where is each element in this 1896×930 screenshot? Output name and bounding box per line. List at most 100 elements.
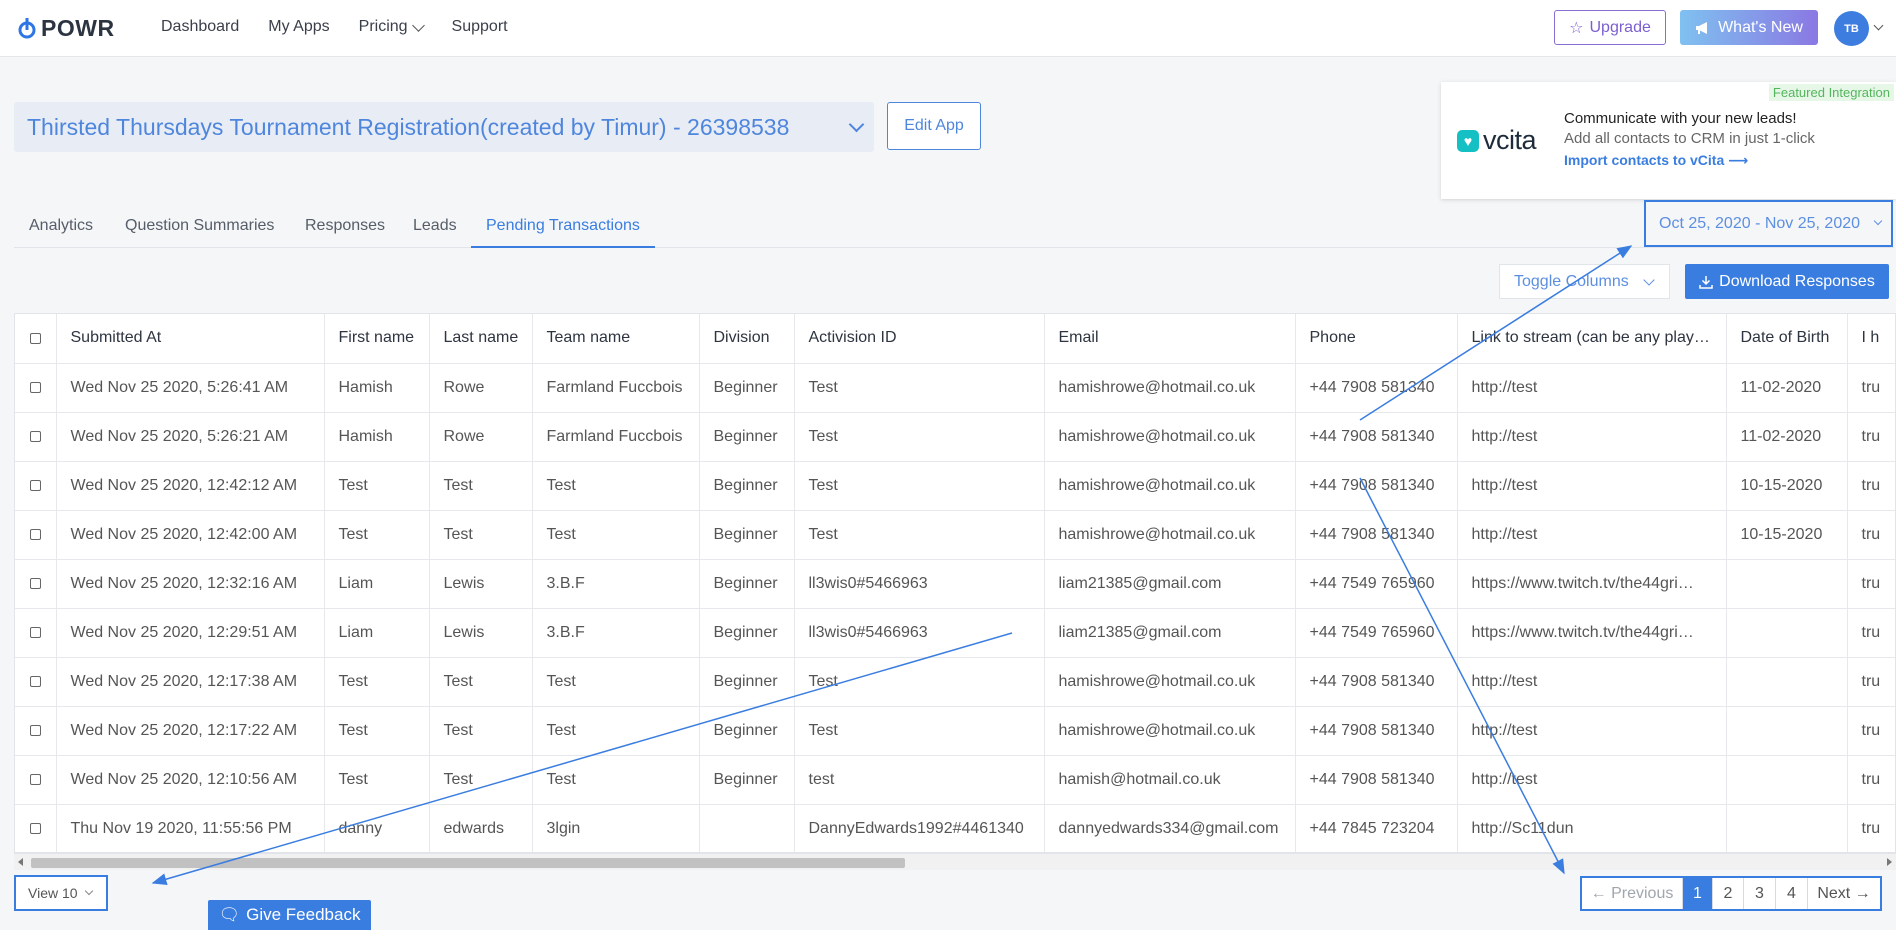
table-cell	[1726, 608, 1848, 658]
import-contacts-link[interactable]: Import contacts to vCita ⟶	[1564, 152, 1815, 169]
scroll-left-arrow-icon[interactable]	[18, 858, 23, 866]
scroll-right-arrow-icon[interactable]	[1887, 858, 1892, 866]
table-row[interactable]: Wed Nov 25 2020, 12:42:00 AM Test Test Test…	[15, 510, 1895, 560]
tab-analytics[interactable]: Analytics	[29, 217, 93, 248]
main-nav: Dashboard My Apps Pricing Support	[161, 18, 508, 36]
tab-leads[interactable]: Leads	[413, 217, 457, 248]
previous-page-button[interactable]: ← Previous	[1582, 878, 1683, 909]
table-cell: tru	[1847, 608, 1895, 658]
row-checkbox[interactable]	[29, 430, 41, 442]
column-header[interactable]: First name	[324, 314, 430, 364]
avatar[interactable]: TB	[1834, 11, 1869, 46]
app-selector[interactable]: Thirsted Thursdays Tournament Registrati…	[14, 102, 874, 152]
table-row[interactable]: Wed Nov 25 2020, 5:26:41 AM Hamish Rowe Far…	[15, 363, 1895, 413]
table-cell: Test	[532, 706, 700, 756]
page-button[interactable]: 3	[1744, 878, 1776, 909]
page-button[interactable]: 1	[1683, 878, 1713, 909]
date-range-picker[interactable]: Oct 25, 2020 - Nov 25, 2020	[1644, 200, 1893, 247]
table-row[interactable]: Wed Nov 25 2020, 12:17:38 AM Test Test Test…	[15, 657, 1895, 707]
table-row[interactable]: Wed Nov 25 2020, 12:42:12 AM Test Test Test…	[15, 461, 1895, 511]
table-cell: 3.B.F	[532, 559, 700, 609]
table-row[interactable]: Wed Nov 25 2020, 5:26:21 AM Hamish Rowe Far…	[15, 412, 1895, 462]
page-button[interactable]: 2	[1713, 878, 1744, 909]
edit-app-button[interactable]: Edit App	[887, 102, 981, 150]
table-cell: http://test	[1457, 706, 1727, 756]
table-cell: Test	[794, 461, 1045, 511]
brand-name: POWR	[41, 15, 115, 41]
table-cell: Test	[429, 706, 533, 756]
column-header[interactable]: Link to stream (can be any play…	[1457, 314, 1727, 364]
upgrade-label: Upgrade	[1589, 18, 1651, 36]
download-icon	[1699, 275, 1713, 289]
table-cell: Liam	[324, 608, 430, 658]
row-checkbox[interactable]	[29, 381, 41, 393]
select-all-checkbox[interactable]	[29, 332, 41, 344]
table-cell: danny	[324, 804, 430, 852]
row-checkbox[interactable]	[29, 724, 41, 736]
table-cell: +44 7549 765960	[1295, 608, 1458, 658]
row-checkbox[interactable]	[29, 773, 41, 785]
table-row[interactable]: Wed Nov 25 2020, 12:32:16 AM Liam Lewis 3.B…	[15, 559, 1895, 609]
table-row[interactable]: Wed Nov 25 2020, 12:17:22 AM Test Test Test…	[15, 706, 1895, 756]
page-button[interactable]: 4	[1776, 878, 1808, 909]
table-cell: Farmland Fuccbois	[532, 363, 700, 413]
toggle-columns-dropdown[interactable]: Toggle Columns	[1499, 264, 1670, 299]
scrollbar-thumb[interactable]	[31, 858, 905, 868]
table-cell: +44 7908 581340	[1295, 657, 1458, 707]
page-size-select[interactable]: View 10	[14, 875, 108, 911]
megaphone-icon	[1696, 21, 1708, 34]
pagination: ← Previous 1 2 3 4 Next →	[1580, 876, 1882, 911]
column-header[interactable]: Phone	[1295, 314, 1458, 364]
table-row[interactable]: Wed Nov 25 2020, 12:10:56 AM Test Test Test…	[15, 755, 1895, 805]
tab-question-summaries[interactable]: Question Summaries	[125, 217, 274, 248]
top-navbar: POWR Dashboard My Apps Pricing Support ☆…	[0, 0, 1896, 57]
column-header[interactable]: I h	[1847, 314, 1895, 364]
row-checkbox[interactable]	[29, 479, 41, 491]
column-header[interactable]: Division	[699, 314, 795, 364]
row-checkbox[interactable]	[29, 675, 41, 687]
table-header-row: Submitted At First name Last name Team n…	[15, 314, 1895, 364]
table-cell: 3.B.F	[532, 608, 700, 658]
table-cell: http://test	[1457, 755, 1727, 805]
vcita-integration-card: Featured Integration ♥ vcita Communicate…	[1441, 82, 1896, 199]
table-cell: Wed Nov 25 2020, 5:26:21 AM	[56, 412, 325, 462]
table-cell: tru	[1847, 461, 1895, 511]
next-page-button[interactable]: Next →	[1808, 878, 1880, 909]
star-icon: ☆	[1569, 19, 1584, 37]
row-checkbox[interactable]	[29, 528, 41, 540]
tab-responses[interactable]: Responses	[305, 217, 385, 248]
table-cell: test	[794, 755, 1045, 805]
column-header[interactable]: Team name	[532, 314, 700, 364]
table-cell: tru	[1847, 559, 1895, 609]
horizontal-scrollbar[interactable]	[14, 853, 1896, 870]
nav-support[interactable]: Support	[452, 18, 508, 36]
column-header[interactable]: Activision ID	[794, 314, 1045, 364]
tab-pending-transactions[interactable]: Pending Transactions	[471, 217, 655, 248]
table-cell: Test	[324, 461, 430, 511]
column-header[interactable]: Date of Birth	[1726, 314, 1848, 364]
table-row[interactable]: Wed Nov 25 2020, 12:29:51 AM Liam Lewis 3.B…	[15, 608, 1895, 658]
nav-pricing[interactable]: Pricing	[359, 18, 425, 36]
table-cell: Wed Nov 25 2020, 12:32:16 AM	[56, 559, 325, 609]
nav-my-apps[interactable]: My Apps	[268, 18, 329, 36]
row-checkbox[interactable]	[29, 626, 41, 638]
give-feedback-button[interactable]: 🗨 Give Feedback	[208, 900, 371, 930]
table-cell: Beginner	[699, 363, 795, 413]
upgrade-button[interactable]: ☆ Upgrade	[1554, 10, 1666, 45]
account-chevron-icon[interactable]	[1873, 20, 1884, 31]
row-checkbox[interactable]	[29, 822, 41, 834]
column-header[interactable]: Email	[1044, 314, 1296, 364]
download-responses-button[interactable]: Download Responses	[1685, 264, 1889, 299]
row-select-cell	[15, 755, 57, 805]
table-row[interactable]: Thu Nov 19 2020, 11:55:56 PM danny edwards…	[15, 804, 1895, 852]
row-checkbox[interactable]	[29, 577, 41, 589]
column-header[interactable]: Last name	[429, 314, 533, 364]
nav-dashboard[interactable]: Dashboard	[161, 18, 239, 36]
whats-new-button[interactable]: What's New	[1680, 10, 1818, 45]
powr-logo[interactable]: POWR	[17, 15, 115, 42]
table-cell: http://Sc11dun	[1457, 804, 1727, 852]
column-header[interactable]: Submitted At	[56, 314, 325, 364]
table-cell	[1726, 657, 1848, 707]
table-cell: Test	[532, 657, 700, 707]
table-cell: Test	[429, 657, 533, 707]
